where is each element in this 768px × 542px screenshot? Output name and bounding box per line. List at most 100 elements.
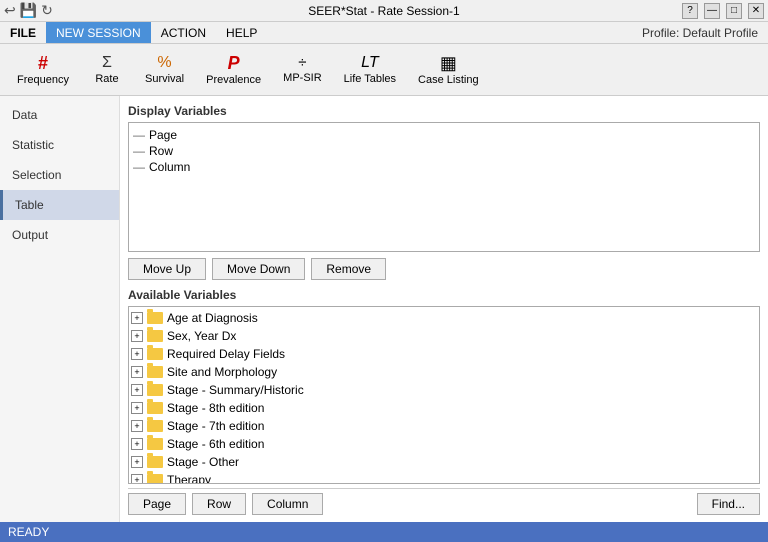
folder-icon-7 <box>147 438 163 450</box>
display-var-column-label: Column <box>149 160 190 174</box>
avail-label-5: Stage - 8th edition <box>167 401 264 415</box>
avail-item-8[interactable]: + Stage - Other <box>131 453 757 471</box>
folder-icon-8 <box>147 456 163 468</box>
display-var-row-label: Row <box>149 144 173 158</box>
display-var-page[interactable]: — Page <box>133 127 755 143</box>
display-var-page-label: Page <box>149 128 177 142</box>
left-nav: Data Statistic Selection Table Output <box>0 96 120 522</box>
find-button[interactable]: Find... <box>697 493 760 515</box>
dash-icon-page: — <box>133 128 145 142</box>
caselisting-label: Case Listing <box>418 74 479 86</box>
folder-icon-9 <box>147 474 163 484</box>
save-icon[interactable]: 💾 <box>20 2 37 19</box>
nav-statistic[interactable]: Statistic <box>0 130 119 160</box>
title-bar: ↩ 💾 ↻ SEER*Stat - Rate Session-1 ? — □ ✕ <box>0 0 768 22</box>
expand-icon-8[interactable]: + <box>131 456 143 468</box>
menu-new-session[interactable]: NEW SESSION <box>46 22 151 43</box>
avail-item-0[interactable]: + Age at Diagnosis <box>131 309 757 327</box>
nav-table[interactable]: Table <box>0 190 119 220</box>
row-button[interactable]: Row <box>192 493 246 515</box>
mpsir-label: MP-SIR <box>283 72 322 84</box>
close-btn[interactable]: ✕ <box>748 3 764 19</box>
lifetables-label: Life Tables <box>344 73 396 85</box>
toolbar-lifetables[interactable]: LT Life Tables <box>335 48 405 92</box>
avail-vars-box[interactable]: + Age at Diagnosis + Sex, Year Dx + Requ… <box>128 306 760 484</box>
remove-button[interactable]: Remove <box>311 258 386 280</box>
menu-help[interactable]: HELP <box>216 22 267 43</box>
toolbar-rate[interactable]: Σ Rate <box>82 48 132 92</box>
folder-icon-3 <box>147 366 163 378</box>
nav-selection[interactable]: Selection <box>0 160 119 190</box>
display-var-column[interactable]: — Column <box>133 159 755 175</box>
toolbar-caselisting[interactable]: ▦ Case Listing <box>409 48 488 92</box>
menu-bar: FILE NEW SESSION ACTION HELP Profile: De… <box>0 22 768 44</box>
avail-label-9: Therapy <box>167 473 211 484</box>
window-controls: ? — □ ✕ <box>682 3 764 19</box>
menu-file[interactable]: FILE <box>0 22 46 43</box>
redo-icon[interactable]: ↻ <box>41 2 53 19</box>
avail-item-7[interactable]: + Stage - 6th edition <box>131 435 757 453</box>
content-area: Display Variables — Page — Row — Column … <box>120 96 768 522</box>
dash-icon-column: — <box>133 160 145 174</box>
toolbar: # Frequency Σ Rate % Survival P Prevalen… <box>0 44 768 96</box>
expand-icon-2[interactable]: + <box>131 348 143 360</box>
maximize-btn[interactable]: □ <box>726 3 742 19</box>
expand-icon-9[interactable]: + <box>131 474 143 484</box>
expand-icon-4[interactable]: + <box>131 384 143 396</box>
folder-icon-0 <box>147 312 163 324</box>
avail-label-1: Sex, Year Dx <box>167 329 236 343</box>
menu-action[interactable]: ACTION <box>151 22 216 43</box>
display-var-row[interactable]: — Row <box>133 143 755 159</box>
avail-item-3[interactable]: + Site and Morphology <box>131 363 757 381</box>
lifetables-icon: LT <box>361 55 378 71</box>
minimize-btn[interactable]: — <box>704 3 720 19</box>
toolbar-prevalence[interactable]: P Prevalence <box>197 48 270 92</box>
move-up-button[interactable]: Move Up <box>128 258 206 280</box>
survival-icon: % <box>157 55 171 71</box>
expand-icon-3[interactable]: + <box>131 366 143 378</box>
folder-icon-5 <box>147 402 163 414</box>
main-layout: Data Statistic Selection Table Output Di… <box>0 96 768 522</box>
mpsir-icon: ÷ <box>298 55 306 70</box>
nav-output[interactable]: Output <box>0 220 119 250</box>
folder-icon-6 <box>147 420 163 432</box>
avail-item-2[interactable]: + Required Delay Fields <box>131 345 757 363</box>
nav-data[interactable]: Data <box>0 100 119 130</box>
toolbar-frequency[interactable]: # Frequency <box>8 48 78 92</box>
folder-icon-2 <box>147 348 163 360</box>
dash-icon-row: — <box>133 144 145 158</box>
status-text: READY <box>8 525 49 539</box>
toolbar-icons: ↩ 💾 ↻ <box>4 2 53 19</box>
expand-icon-7[interactable]: + <box>131 438 143 450</box>
avail-item-4[interactable]: + Stage - Summary/Historic <box>131 381 757 399</box>
frequency-label: Frequency <box>17 74 69 86</box>
avail-label-7: Stage - 6th edition <box>167 437 264 451</box>
avail-item-1[interactable]: + Sex, Year Dx <box>131 327 757 345</box>
expand-icon-5[interactable]: + <box>131 402 143 414</box>
avail-label-4: Stage - Summary/Historic <box>167 383 304 397</box>
page-button[interactable]: Page <box>128 493 186 515</box>
expand-icon-1[interactable]: + <box>131 330 143 342</box>
folder-icon-1 <box>147 330 163 342</box>
avail-item-5[interactable]: + Stage - 8th edition <box>131 399 757 417</box>
prevalence-icon: P <box>228 54 240 72</box>
rate-label: Rate <box>95 73 118 85</box>
expand-icon-6[interactable]: + <box>131 420 143 432</box>
caselisting-icon: ▦ <box>440 54 457 72</box>
display-vars-box[interactable]: — Page — Row — Column <box>128 122 760 252</box>
avail-label-0: Age at Diagnosis <box>167 311 258 325</box>
bottom-bar: Page Row Column Find... <box>128 488 760 519</box>
help-btn[interactable]: ? <box>682 3 698 19</box>
column-button[interactable]: Column <box>252 493 323 515</box>
avail-label-2: Required Delay Fields <box>167 347 285 361</box>
survival-label: Survival <box>145 73 184 85</box>
avail-item-9[interactable]: + Therapy <box>131 471 757 484</box>
toolbar-mpsir[interactable]: ÷ MP-SIR <box>274 48 331 92</box>
avail-item-6[interactable]: + Stage - 7th edition <box>131 417 757 435</box>
expand-icon-0[interactable]: + <box>131 312 143 324</box>
app-title: SEER*Stat - Rate Session-1 <box>308 4 459 18</box>
toolbar-survival[interactable]: % Survival <box>136 48 193 92</box>
undo-icon[interactable]: ↩ <box>4 2 16 19</box>
move-down-button[interactable]: Move Down <box>212 258 305 280</box>
folder-icon-4 <box>147 384 163 396</box>
